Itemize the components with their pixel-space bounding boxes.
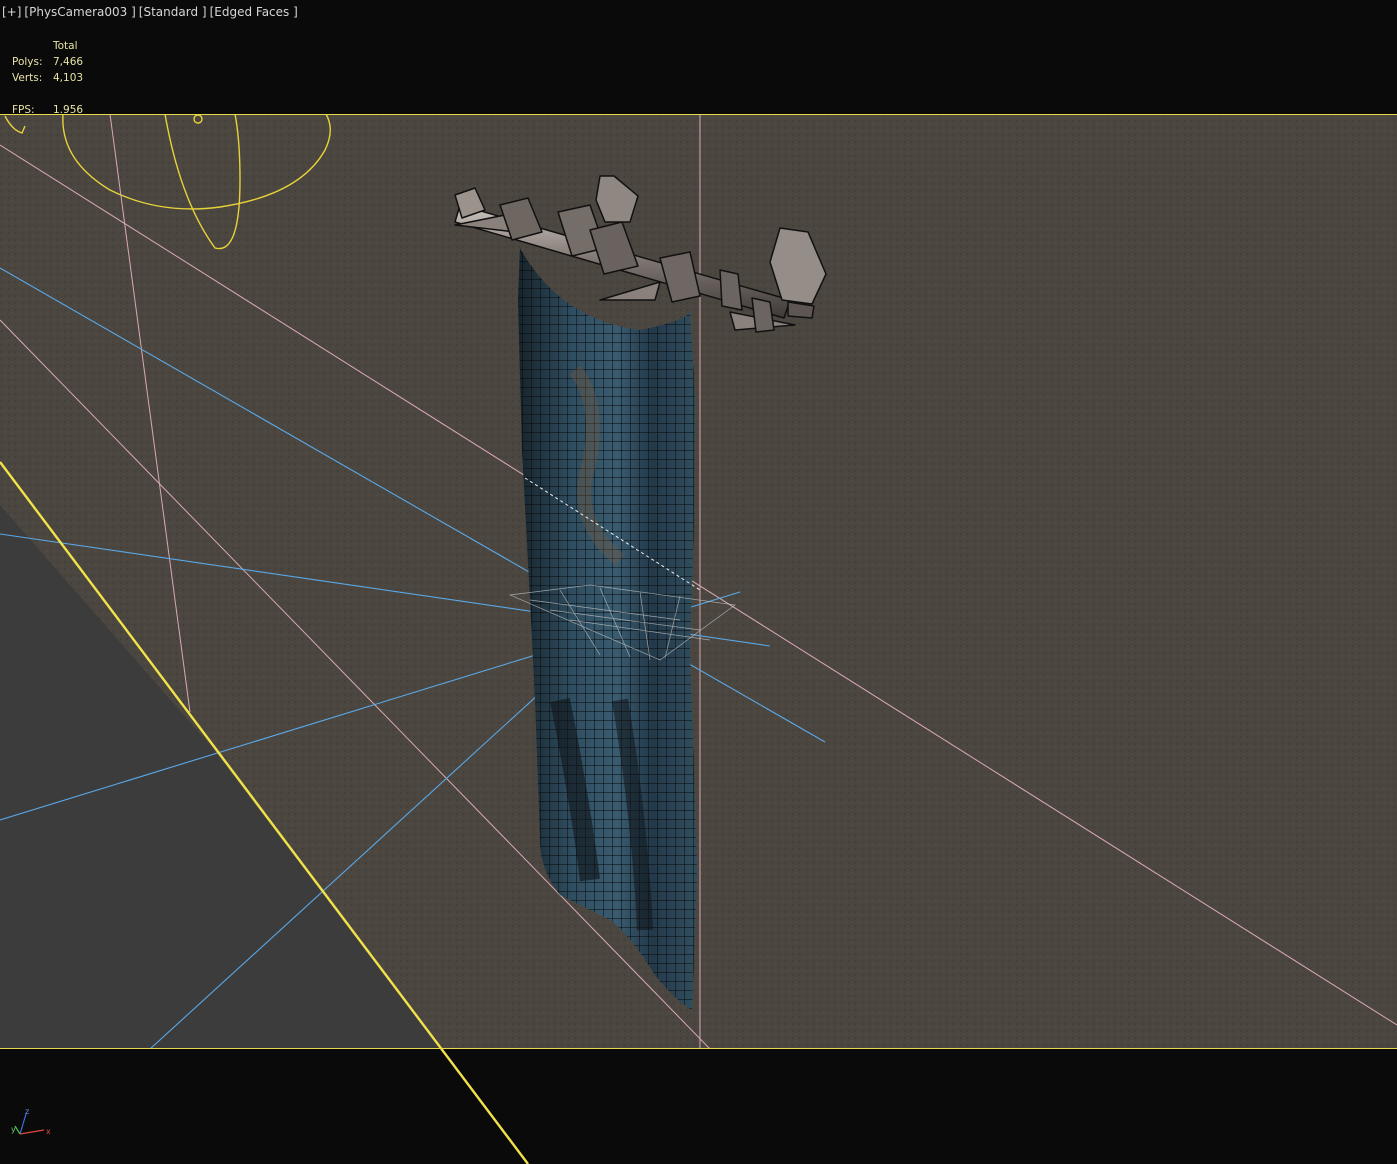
axis-y-label: y — [11, 1125, 16, 1134]
fps-label: FPS: — [12, 104, 35, 116]
viewport-label-menu[interactable]: [+] [PhysCamera003 ] [Standard ] [Edged … — [2, 5, 298, 19]
polys-value: 7,466 — [53, 56, 84, 68]
fps-value: 1.956 — [53, 104, 84, 116]
camera-viewport[interactable]: [+] [PhysCamera003 ] [Standard ] [Edged … — [0, 0, 1397, 1164]
statistics-overlay: Total Polys: 7,466 Verts: 4,103 FPS: 1.956 — [12, 38, 83, 118]
viewport-shading-menu[interactable]: [Standard ] — [139, 5, 207, 19]
axis-z-label: z — [25, 1107, 29, 1116]
viewport-display-mode-menu[interactable]: [Edged Faces ] — [210, 5, 298, 19]
viewport-general-menu[interactable]: [+] — [2, 5, 21, 19]
polys-label: Polys: — [12, 56, 43, 68]
verts-label: Verts: — [12, 72, 43, 84]
stats-header: Total — [53, 40, 78, 52]
verts-value: 4,103 — [53, 72, 84, 84]
axis-x-label: x — [46, 1127, 51, 1136]
viewport-camera-menu[interactable]: [PhysCamera003 ] — [24, 5, 135, 19]
viewport-scene[interactable] — [0, 0, 1397, 1164]
axis-tripod-icon: x z y — [11, 1107, 51, 1136]
